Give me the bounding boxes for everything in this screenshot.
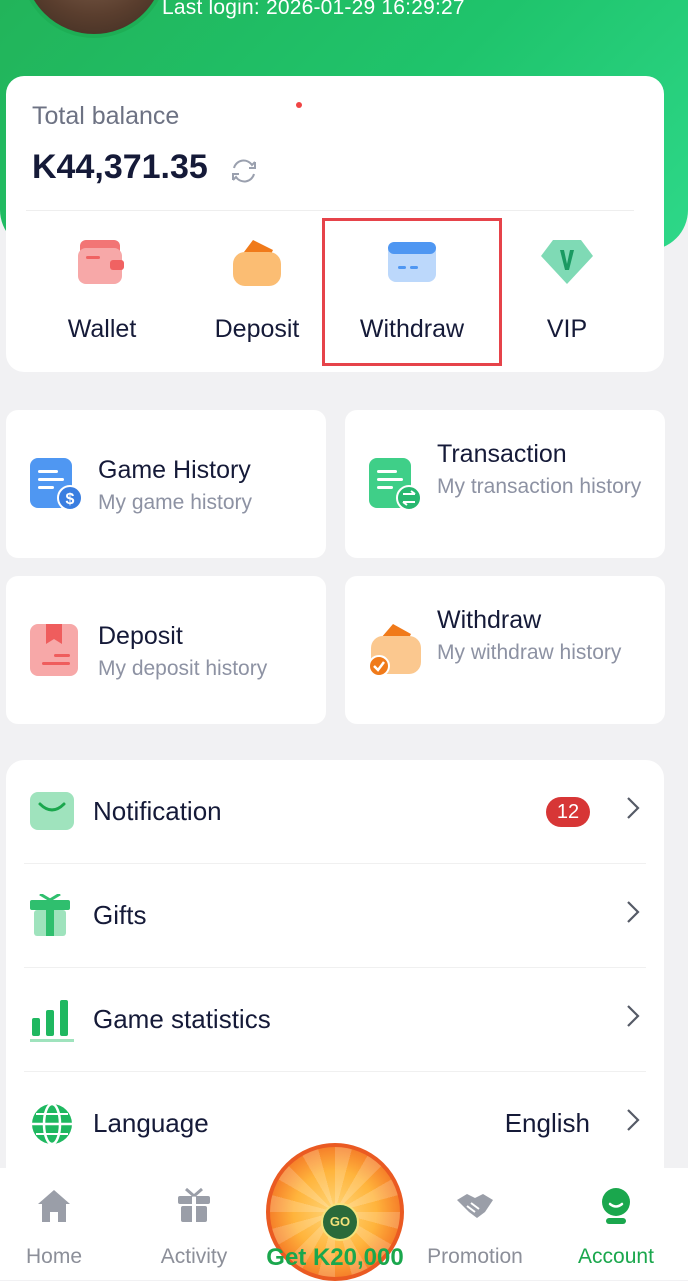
handshake-icon (457, 1194, 493, 1218)
chevron-right-icon (627, 1109, 640, 1131)
vip-label: VIP (546, 315, 588, 343)
tab-account[interactable]: Account (566, 1186, 666, 1269)
notification-dot (296, 102, 302, 108)
deposit-button[interactable]: Deposit (182, 236, 332, 344)
svg-text:$: $ (66, 491, 75, 508)
chevron-right-icon (627, 797, 640, 819)
gift-icon (30, 894, 70, 936)
tile-subtitle: My withdraw history (437, 641, 622, 664)
tile-deposit-history[interactable]: Deposit My deposit history (6, 576, 326, 724)
balance-label: Total balance (32, 102, 180, 130)
withdraw-highlight (322, 218, 502, 366)
tab-label: Home (25, 1245, 83, 1268)
notification-icon (30, 792, 74, 830)
deposit-icon (233, 240, 281, 286)
language-globe-icon (32, 1102, 72, 1146)
home-icon (38, 1190, 70, 1222)
balance-divider (26, 210, 634, 211)
statistics-icon (30, 1000, 74, 1042)
tile-withdraw-history[interactable]: Withdraw My withdraw history (345, 576, 665, 724)
tab-label: Account (578, 1245, 654, 1268)
spin-label[interactable]: Get K20,000 (250, 1244, 420, 1272)
tab-promotion[interactable]: Promotion (425, 1186, 525, 1269)
menu-label: Game statistics (93, 1004, 271, 1034)
activity-gift-icon (178, 1187, 210, 1222)
tile-subtitle: My game history (98, 491, 253, 514)
menu-item-gifts[interactable]: Gifts (6, 864, 664, 968)
tab-label: Promotion (427, 1245, 523, 1268)
vip-icon (541, 240, 593, 284)
withdraw-history-icon (368, 624, 421, 677)
spin-go-icon: GO (321, 1203, 359, 1241)
menu-label: Notification (93, 796, 222, 826)
refresh-icon[interactable] (228, 156, 260, 186)
vip-button[interactable]: VIP (492, 236, 642, 344)
tile-title: Deposit (98, 622, 183, 650)
tile-title: Transaction (437, 440, 567, 468)
balance-amount: K44,371.35 (32, 148, 208, 186)
menu-card: Notification 12 Gifts Game statistics La… (6, 760, 664, 1200)
deposit-history-icon (30, 624, 78, 676)
tile-subtitle: My transaction history (437, 475, 642, 498)
menu-label: Language (93, 1108, 209, 1138)
tile-title: Game History (98, 456, 251, 484)
tab-activity[interactable]: Activity (144, 1186, 244, 1269)
menu-label: Gifts (93, 900, 147, 930)
game-history-icon: $ (30, 458, 83, 511)
chevron-right-icon (627, 901, 640, 923)
menu-item-notification[interactable]: Notification 12 (6, 760, 664, 864)
menu-item-game-statistics[interactable]: Game statistics (6, 968, 664, 1072)
tile-game-history[interactable]: $ Game History My game history (6, 410, 326, 558)
last-login-text: Last login: 2026-01-29 16:29:27 (162, 0, 465, 19)
tile-transaction[interactable]: Transaction My transaction history (345, 410, 665, 558)
tab-home[interactable]: Home (4, 1186, 104, 1269)
tile-subtitle: My deposit history (98, 657, 268, 680)
language-value: English (504, 1108, 590, 1138)
account-icon (602, 1188, 630, 1224)
notification-badge: 12 (546, 797, 590, 827)
chevron-right-icon (627, 1005, 640, 1027)
wallet-icon (78, 240, 124, 284)
deposit-label: Deposit (214, 315, 300, 343)
tile-title: Withdraw (437, 606, 542, 634)
tab-label: Activity (160, 1245, 228, 1268)
avatar[interactable] (20, 0, 168, 38)
wallet-button[interactable]: Wallet (27, 236, 177, 344)
wallet-label: Wallet (67, 315, 137, 343)
transaction-icon (369, 458, 422, 511)
